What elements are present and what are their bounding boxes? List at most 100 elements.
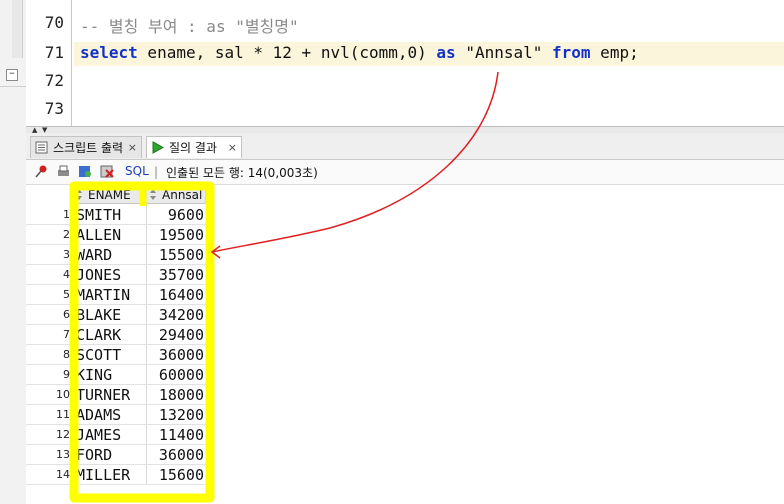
- row-divider: [26, 324, 206, 325]
- fetch-status: 인출된 모든 행: 14(0,003초): [166, 166, 318, 180]
- row-number[interactable]: 2: [26, 228, 72, 241]
- row-divider: [26, 424, 206, 425]
- keyword-as: as: [436, 43, 456, 62]
- line-number: 71: [44, 43, 64, 62]
- column-header-annsal[interactable]: Annsal: [146, 186, 206, 204]
- pin-icon[interactable]: [34, 164, 49, 179]
- close-icon[interactable]: ×: [128, 137, 137, 159]
- sql-link[interactable]: SQL: [125, 164, 149, 178]
- cell-annsal[interactable]: 34200: [148, 306, 204, 324]
- row-divider: [26, 344, 206, 345]
- line-number: 70: [44, 13, 64, 32]
- keyword-from: from: [552, 43, 591, 62]
- row-number[interactable]: 9: [26, 368, 72, 381]
- cell-ename[interactable]: TURNER: [76, 386, 130, 404]
- cell-annsal[interactable]: 19500: [148, 226, 204, 244]
- cell-ename[interactable]: ADAMS: [76, 406, 121, 424]
- code-fragment: emp;: [590, 43, 639, 62]
- cell-ename[interactable]: BLAKE: [76, 306, 121, 324]
- result-toolbar: SQL | 인출된 모든 행: 14(0,003초): [26, 160, 784, 185]
- cancel-query-icon[interactable]: [100, 164, 115, 179]
- cell-annsal[interactable]: 9600: [148, 206, 204, 224]
- row-divider: [26, 464, 206, 465]
- cell-annsal[interactable]: 29400: [148, 326, 204, 344]
- row-divider: [26, 384, 206, 385]
- cell-ename[interactable]: WARD: [76, 246, 112, 264]
- cell-annsal[interactable]: 16400: [148, 286, 204, 304]
- row-number[interactable]: 8: [26, 348, 72, 361]
- cell-ename[interactable]: ALLEN: [76, 226, 121, 244]
- gutter-separator: [71, 0, 72, 128]
- row-divider: [26, 404, 206, 405]
- row-number[interactable]: 13: [26, 448, 72, 461]
- cell-annsal[interactable]: 15500: [148, 246, 204, 264]
- row-number[interactable]: 6: [26, 308, 72, 321]
- cell-ename[interactable]: FORD: [76, 446, 112, 464]
- cell-annsal[interactable]: 36000: [148, 446, 204, 464]
- script-output-icon: [35, 141, 48, 154]
- row-divider: [26, 264, 206, 265]
- cell-annsal[interactable]: 35700: [148, 266, 204, 284]
- keyword-select: select: [80, 43, 138, 62]
- cell-ename[interactable]: SCOTT: [76, 346, 121, 364]
- line-number: 73: [44, 99, 64, 118]
- cell-annsal[interactable]: 15600: [148, 466, 204, 484]
- refresh-icon[interactable]: [78, 164, 93, 179]
- left-scrollbar[interactable]: [12, 0, 23, 58]
- row-number[interactable]: 10: [26, 388, 72, 401]
- cell-ename[interactable]: MILLER: [76, 466, 130, 484]
- row-divider: [26, 304, 206, 305]
- left-panel-strip: −: [0, 0, 27, 504]
- row-number[interactable]: 14: [26, 468, 72, 481]
- code-fragment: ename, sal * 12 + nvl(comm,0): [137, 43, 437, 62]
- cell-annsal[interactable]: 60000: [148, 366, 204, 384]
- collapse-icon[interactable]: −: [6, 69, 18, 81]
- cell-ename[interactable]: KING: [76, 366, 112, 384]
- row-divider: [26, 364, 206, 365]
- tab-label: 스크립트 출력: [53, 141, 124, 155]
- sql-editor[interactable]: 70 71 72 73 -- 별칭 부여 : as "별칭명" select e…: [26, 0, 784, 128]
- code-line-select[interactable]: select ename, sal * 12 + nvl(comm,0) as …: [80, 43, 639, 65]
- line-number-gutter: 70 71 72 73: [26, 0, 70, 128]
- cell-annsal[interactable]: 13200: [148, 406, 204, 424]
- cell-ename[interactable]: SMITH: [76, 206, 121, 224]
- line-number: 72: [44, 71, 64, 90]
- column-header-label: Annsal: [162, 188, 203, 202]
- cell-annsal[interactable]: 36000: [148, 346, 204, 364]
- code-fragment: "Annsal": [455, 43, 553, 62]
- code-line-comment[interactable]: -- 별칭 부여 : as "별칭명": [80, 13, 299, 36]
- grid-line: [72, 185, 73, 485]
- print-icon[interactable]: [56, 164, 71, 179]
- grid-line: [206, 185, 207, 485]
- row-divider: [26, 444, 206, 445]
- cell-annsal[interactable]: 11400: [148, 426, 204, 444]
- row-number[interactable]: 7: [26, 328, 72, 341]
- tab-query-result[interactable]: 질의 결과 ×: [146, 136, 242, 158]
- cell-annsal[interactable]: 18000: [148, 386, 204, 404]
- toolbar-separator: |: [154, 165, 159, 179]
- cell-ename[interactable]: JONES: [76, 266, 121, 284]
- row-divider: [26, 224, 206, 225]
- sort-icon: [76, 189, 82, 200]
- tab-script-output[interactable]: 스크립트 출력 ×: [30, 136, 142, 158]
- row-number[interactable]: 11: [26, 408, 72, 421]
- cell-ename[interactable]: MARTIN: [76, 286, 130, 304]
- close-icon[interactable]: ×: [228, 137, 237, 159]
- cell-ename[interactable]: JAMES: [76, 426, 121, 444]
- row-number[interactable]: 3: [26, 248, 72, 261]
- grid-line: [146, 185, 147, 485]
- row-number[interactable]: 12: [26, 428, 72, 441]
- result-grid[interactable]: ENAME Annsal 1 SMITH 9600 2 ALLEN 19500 3 WARD 1…: [26, 185, 784, 504]
- row-number[interactable]: 5: [26, 288, 72, 301]
- sort-icon: [150, 189, 156, 200]
- column-header-label: ENAME: [88, 188, 131, 202]
- row-number[interactable]: 4: [26, 268, 72, 281]
- row-divider: [26, 284, 206, 285]
- row-number[interactable]: 1: [26, 208, 72, 221]
- column-header-ename[interactable]: ENAME: [72, 186, 146, 204]
- tab-label: 질의 결과: [169, 141, 217, 155]
- row-divider: [26, 484, 206, 485]
- output-tab-bar: 스크립트 출력 × 질의 결과 ×: [26, 133, 784, 160]
- run-query-icon: [152, 141, 164, 154]
- cell-ename[interactable]: CLARK: [76, 326, 121, 344]
